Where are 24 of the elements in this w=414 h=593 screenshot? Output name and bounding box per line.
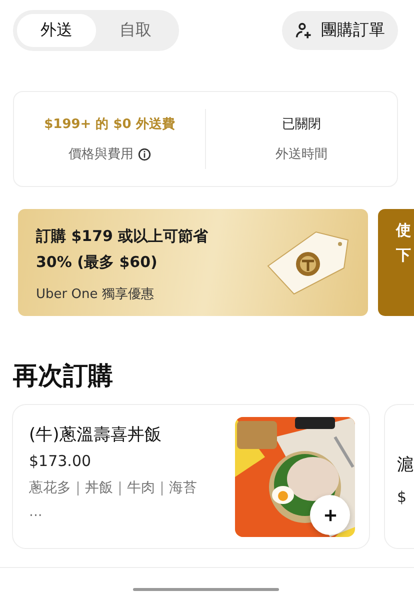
add-person-icon bbox=[295, 22, 313, 40]
promo-subtitle: Uber One 獨享優惠 bbox=[36, 286, 155, 302]
section-title: 再次訂購 bbox=[13, 360, 114, 392]
promo-title: 訂購 $179 或以上可節省 30% (最多 $60) bbox=[36, 226, 210, 272]
delivery-fee: $199+ 的 $0 外送費 bbox=[44, 116, 175, 133]
dish-card[interactable]: 滬 $ bbox=[384, 404, 414, 549]
dish-name: 滬 bbox=[397, 454, 414, 476]
delivery-status: 已關閉 bbox=[282, 116, 321, 133]
mode-tab[interactable]: 自取 bbox=[96, 14, 175, 47]
promo-text: 下 bbox=[396, 246, 412, 265]
dish-name: (牛)蔥溫壽喜丼飯 bbox=[29, 424, 162, 446]
group-order-button[interactable]: 團購訂單 bbox=[282, 11, 398, 50]
info-icon[interactable] bbox=[138, 148, 150, 160]
dish-price: $ bbox=[397, 488, 408, 506]
delivery-time-label: 外送時間 bbox=[276, 146, 328, 163]
plus-icon bbox=[324, 508, 336, 522]
promo-card[interactable]: 訂購 $179 或以上可節省 30% (最多 $60) Uber One 獨享優惠 bbox=[18, 209, 368, 316]
promo-card[interactable]: 使 下 bbox=[378, 209, 414, 316]
fee-label: 價格與費用 bbox=[68, 146, 134, 163]
dish-price: $173.00 bbox=[29, 452, 92, 470]
dish-tags: 蔥花多｜丼飯｜牛肉｜海苔 ... bbox=[29, 476, 209, 524]
dish-card[interactable]: (牛)蔥溫壽喜丼飯 $173.00 蔥花多｜丼飯｜牛肉｜海苔 ... bbox=[12, 404, 370, 549]
promo-text: 使 bbox=[396, 221, 412, 240]
mode-tab[interactable]: 外送 bbox=[17, 14, 96, 47]
